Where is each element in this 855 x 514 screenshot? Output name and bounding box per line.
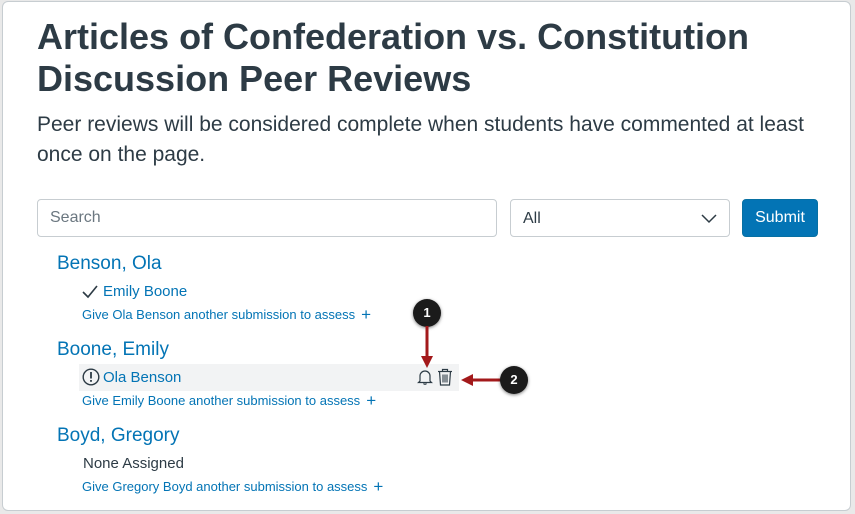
status-filter-value: All <box>523 210 541 227</box>
submit-button[interactable]: Submit <box>742 199 818 237</box>
callout-arrow-left <box>461 374 501 386</box>
chevron-down-icon <box>701 214 717 224</box>
plus-icon: + <box>366 391 377 410</box>
trash-icon[interactable] <box>437 368 453 386</box>
assign-another-label: Give Emily Boone another submission to a… <box>82 393 361 408</box>
student-name-link[interactable]: Boyd, Gregory <box>57 425 180 447</box>
assign-another-link[interactable]: Give Emily Boone another submission to a… <box>82 391 377 410</box>
assign-another-link[interactable]: Give Ola Benson another submission to as… <box>82 305 372 324</box>
page-title: Articles of Confederation vs. Constituti… <box>37 16 750 99</box>
assign-another-label: Give Gregory Boyd another submission to … <box>82 479 368 494</box>
assign-another-link[interactable]: Give Gregory Boyd another submission to … <box>82 477 384 496</box>
student-name-link[interactable]: Boone, Emily <box>57 339 169 361</box>
callout-arrow-down <box>421 326 433 368</box>
reviewer-link[interactable]: Emily Boone <box>103 283 187 300</box>
search-input[interactable] <box>37 199 497 237</box>
callout-badge-2: 2 <box>500 366 528 394</box>
callout-badge-1: 1 <box>413 299 441 327</box>
page-description: Peer reviews will be considered complete… <box>37 113 804 166</box>
none-assigned-text: None Assigned <box>83 455 184 472</box>
plus-icon: + <box>373 477 384 496</box>
checkmark-icon <box>82 285 98 299</box>
warning-icon <box>82 368 100 386</box>
student-name-link[interactable]: Benson, Ola <box>57 253 162 275</box>
status-filter-select[interactable]: All <box>510 199 730 237</box>
plus-icon: + <box>361 305 372 324</box>
reviewer-link[interactable]: Ola Benson <box>103 369 181 386</box>
assign-another-label: Give Ola Benson another submission to as… <box>82 307 356 322</box>
bell-icon[interactable] <box>417 368 433 386</box>
peer-reviews-panel: Articles of Confederation vs. Constituti… <box>2 1 851 511</box>
